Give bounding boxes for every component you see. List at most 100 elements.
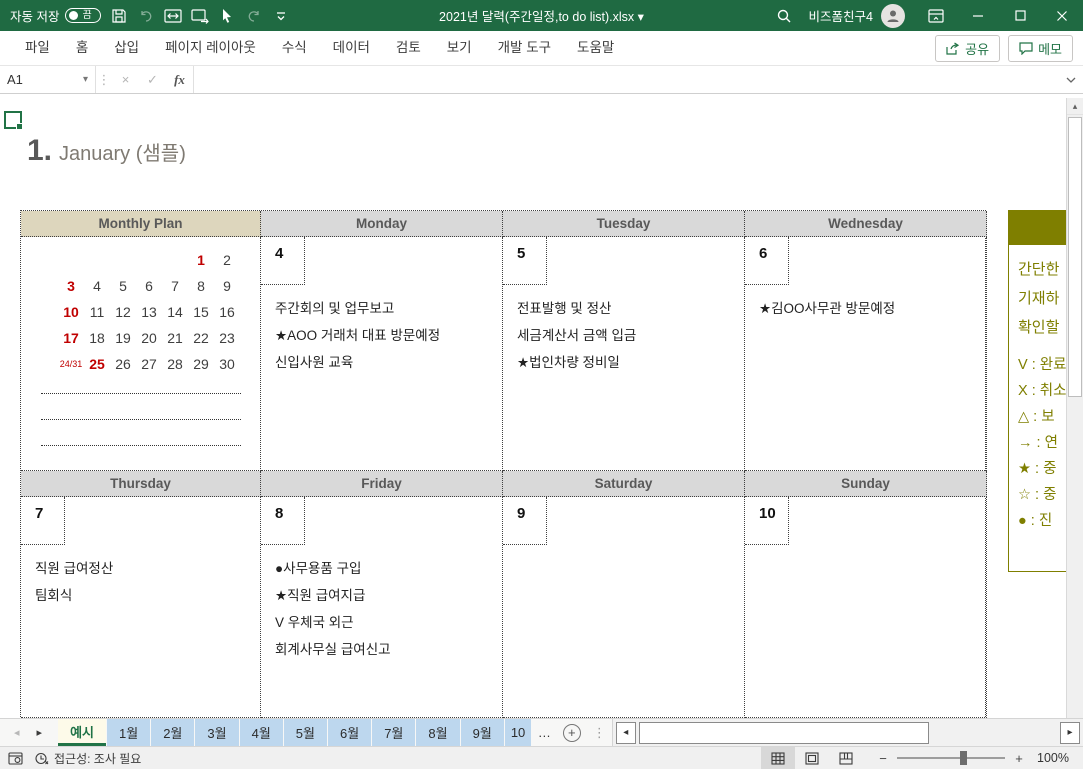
zoom-in-icon[interactable]: +	[1013, 751, 1025, 766]
minimize-button[interactable]	[957, 0, 999, 31]
day-number: 9	[503, 497, 547, 545]
sheet-tab[interactable]: 4월	[239, 719, 283, 746]
header-thursday[interactable]: Thursday	[21, 471, 261, 497]
scroll-right-icon[interactable]: ▸	[1060, 721, 1080, 744]
task-item: ★AOO 거래처 대표 방문예정	[275, 328, 441, 343]
memo-button[interactable]: 메모	[1008, 34, 1073, 62]
normal-view-button[interactable]	[761, 747, 795, 769]
formula-bar-handle[interactable]: ⋮	[96, 66, 112, 93]
tab-review[interactable]: 검토	[383, 31, 434, 65]
user-name[interactable]: 비즈폼친구4	[809, 6, 873, 25]
wednesday-cell[interactable]: 6 ★김OO사무관 방문예정	[745, 237, 987, 471]
share-button[interactable]: 공유	[935, 34, 1001, 62]
page-title: 1. January (샘플)	[27, 134, 186, 168]
sheet-nav-right-icon[interactable]: ▸	[37, 726, 43, 739]
friday-cell[interactable]: 8 ●사무용품 구입 ★직원 급여지급 V 우체국 외근 회계사무실 급여신고	[261, 497, 503, 718]
header-wednesday[interactable]: Wednesday	[745, 211, 987, 237]
name-box[interactable]: A1 ▾	[0, 66, 96, 93]
monday-cell[interactable]: 4 주간회의 및 업무보고 ★AOO 거래처 대표 방문예정 신입사원 교육	[261, 237, 503, 471]
task-item: ★법인차량 정비일	[517, 355, 620, 370]
header-sunday[interactable]: Sunday	[745, 471, 987, 497]
tab-file[interactable]: 파일	[12, 31, 63, 65]
macro-record-icon[interactable]	[8, 751, 23, 765]
accessibility-status[interactable]: 접근성: 조사 필요	[35, 750, 141, 767]
tab-developer[interactable]: 개발 도구	[485, 31, 564, 65]
mini-day: 22	[193, 330, 209, 346]
day-number: 4	[261, 237, 305, 285]
ribbon-display-options-icon[interactable]	[915, 0, 957, 31]
confirm-entry-icon[interactable]: ✓	[139, 66, 166, 93]
sheet-tab[interactable]: 2월	[151, 719, 195, 746]
tab-view[interactable]: 보기	[434, 31, 485, 65]
formula-bar-collapse-icon[interactable]	[1059, 66, 1083, 93]
header-monday[interactable]: Monday	[261, 211, 503, 237]
sheet-tab[interactable]: 5월	[283, 719, 327, 746]
tuesday-cell[interactable]: 5 전표발행 및 정산 세금계산서 금액 입금 ★법인차량 정비일	[503, 237, 745, 471]
sheet-tab[interactable]: 예시	[58, 719, 106, 746]
tab-help[interactable]: 도움말	[564, 31, 627, 65]
sheet-tab-overflow[interactable]: …	[538, 719, 551, 746]
task-list: ●사무용품 구입 ★직원 급여지급 V 우체국 외근 회계사무실 급여신고	[261, 545, 502, 663]
sheet-tab[interactable]: 1월	[106, 719, 151, 746]
tabbar-resize-handle[interactable]: ⋮	[593, 719, 606, 746]
autosave-toggle[interactable]: 끔	[65, 8, 102, 23]
notes-lines	[41, 393, 241, 470]
sheet-tab[interactable]: 7월	[372, 719, 416, 746]
header-friday[interactable]: Friday	[261, 471, 503, 497]
task-item: 회계사무실 급여신고	[275, 642, 391, 657]
undo-icon[interactable]	[137, 7, 155, 25]
task-item: 전표발행 및 정산	[517, 301, 612, 316]
zoom-slider[interactable]	[897, 751, 1005, 765]
sunday-cell[interactable]: 10	[745, 497, 987, 718]
page-break-view-button[interactable]	[829, 747, 863, 769]
formula-input[interactable]	[193, 66, 1059, 93]
screen-switch-icon[interactable]	[164, 7, 183, 25]
tab-home[interactable]: 홈	[63, 31, 101, 65]
scroll-left-icon[interactable]: ◂	[615, 721, 636, 744]
maximize-button[interactable]	[999, 0, 1041, 31]
vertical-scrollbar[interactable]: ▴	[1066, 98, 1083, 718]
scroll-up-icon[interactable]: ▴	[1067, 98, 1083, 115]
title-bar: 자동 저장 끔 2021년 달력(주간일정,to do list).xlsx ▾…	[0, 0, 1083, 31]
sheet-nav-left-icon[interactable]: ◂	[14, 726, 20, 739]
horizontal-scroll-thumb[interactable]	[638, 721, 929, 744]
name-box-dropdown-icon[interactable]: ▾	[83, 74, 88, 85]
horizontal-scrollbar[interactable]: ◂ ▸	[611, 719, 1083, 746]
zoom-out-icon[interactable]: −	[877, 751, 889, 766]
tab-formulas[interactable]: 수식	[269, 31, 320, 65]
thursday-cell[interactable]: 7 직원 급여정산 팀회식	[21, 497, 261, 718]
tab-insert[interactable]: 삽입	[101, 31, 152, 65]
add-sheet-button[interactable]: +	[562, 723, 581, 742]
avatar[interactable]	[881, 3, 905, 28]
redo-icon[interactable]	[245, 7, 263, 25]
save-icon[interactable]	[110, 7, 128, 25]
saturday-cell[interactable]: 9	[503, 497, 745, 718]
header-monthly-plan[interactable]: Monthly Plan	[21, 211, 261, 237]
search-icon[interactable]	[767, 8, 801, 24]
task-item: 주간회의 및 업무보고	[275, 301, 395, 316]
header-saturday[interactable]: Saturday	[503, 471, 745, 497]
header-tuesday[interactable]: Tuesday	[503, 211, 745, 237]
selected-cell-a1[interactable]	[4, 111, 23, 130]
sheet-tab[interactable]: 10	[504, 719, 531, 746]
close-button[interactable]	[1041, 0, 1083, 31]
mini-day: 3	[67, 278, 75, 294]
worksheet[interactable]: 1. January (샘플) Monthly Plan Monday Tues…	[0, 94, 1083, 718]
customize-qat-icon[interactable]	[272, 7, 290, 25]
monthly-plan-cell[interactable]: 1 2 3 4 5 6 7 8 9 10 11 12 13 14 15 16 17 18 19 20 21 22 23 24/…	[21, 237, 261, 471]
sheet-tab[interactable]: 3월	[195, 719, 239, 746]
zoom-slider-thumb[interactable]	[959, 751, 967, 765]
task-list: ★김OO사무관 방문예정	[745, 285, 986, 322]
window-restore-icon[interactable]	[191, 7, 210, 25]
sheet-tab[interactable]: 9월	[460, 719, 504, 746]
cursor-icon[interactable]	[218, 7, 236, 25]
tab-data[interactable]: 데이터	[320, 31, 383, 65]
insert-function-icon[interactable]: fx	[166, 66, 193, 93]
sheet-tab[interactable]: 8월	[416, 719, 460, 746]
page-layout-view-button[interactable]	[795, 747, 829, 769]
zoom-level[interactable]: 100%	[1037, 751, 1083, 765]
vertical-scroll-thumb[interactable]	[1068, 117, 1082, 397]
cancel-entry-icon[interactable]: ×	[112, 66, 139, 93]
sheet-tab[interactable]: 6월	[328, 719, 372, 746]
tab-page-layout[interactable]: 페이지 레이아웃	[152, 31, 269, 65]
